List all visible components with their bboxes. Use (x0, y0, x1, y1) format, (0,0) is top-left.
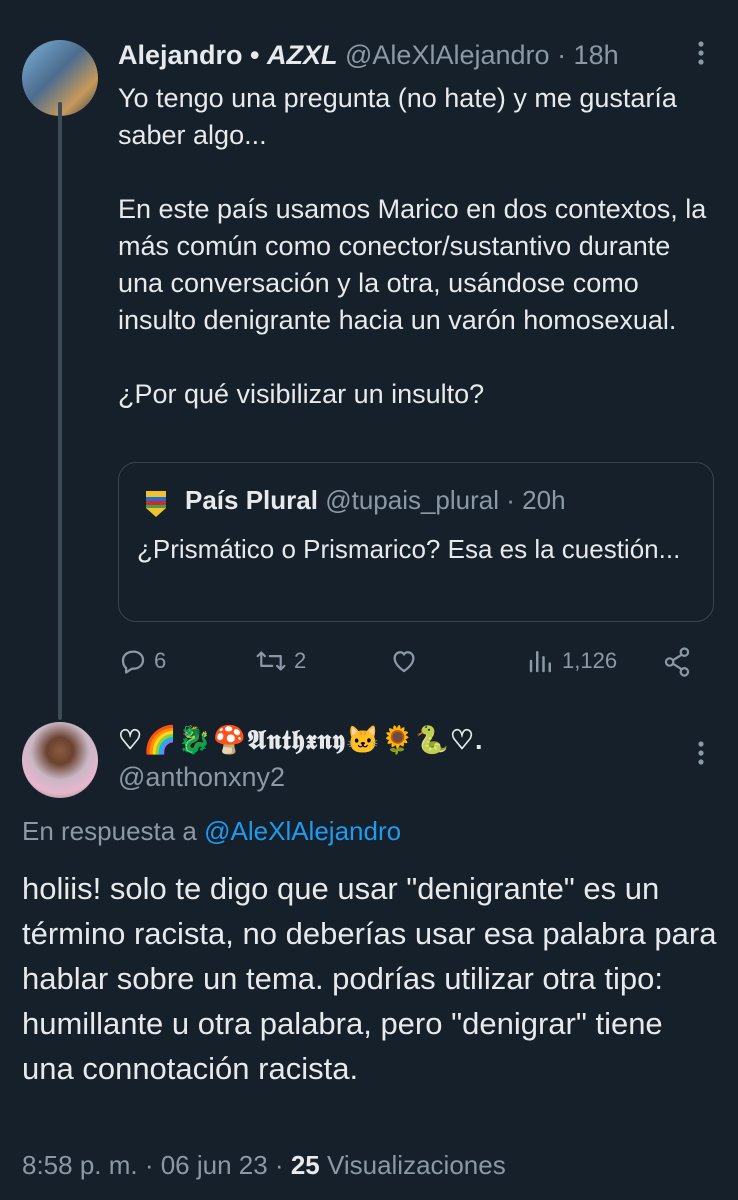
retweet-button[interactable]: 2 (254, 646, 306, 676)
more-options-icon-2[interactable] (686, 736, 716, 770)
quote-header: País Plural @tupais_plural · 20h (185, 485, 566, 516)
like-button[interactable] (388, 646, 420, 676)
thread-line (58, 102, 62, 720)
name-separator: • (242, 40, 267, 70)
tweet1-time[interactable]: · 18h (557, 40, 619, 70)
share-icon (664, 647, 690, 677)
share-button[interactable] (662, 646, 692, 678)
views-icon (529, 651, 551, 673)
reply-prefix: En respuesta a (22, 816, 205, 846)
tweet2-timestamp[interactable]: 8:58 p. m. · 06 jun 23 · (22, 1150, 291, 1180)
reply-handle-link[interactable]: @AleXlAlejandro (204, 816, 401, 846)
views-button[interactable]: 1,126 (526, 646, 617, 676)
tweet1-name[interactable]: Alejandro (118, 40, 243, 70)
tweet2-views-label: Visualizaciones (319, 1150, 506, 1180)
quote-time[interactable]: · 20h (506, 485, 565, 515)
reply-icon (121, 650, 145, 674)
tweet2-text: holiis! solo te digo que usar "denigrant… (22, 871, 726, 1086)
tweet1-text: Yo tengo una pregunta (no hate) y me gus… (118, 83, 707, 409)
tweet1-header: Alejandro • AZXL @AleXlAlejandro · 18h (118, 40, 619, 71)
reply-count: 6 (154, 648, 167, 673)
quote-text: ¿Prismático o Prismarico? Esa es la cues… (137, 534, 681, 564)
heart-icon (393, 651, 415, 673)
tweet1-handle[interactable]: @AleXlAlejandro (345, 40, 550, 70)
reply-context: En respuesta a @AleXlAlejandro (22, 816, 401, 847)
tweet2-handle[interactable]: @anthonxny2 (118, 762, 285, 793)
quote-tweet-card[interactable]: País Plural @tupais_plural · 20h ¿Prismá… (118, 462, 714, 622)
tweet1-affiliation: AZXL (267, 40, 338, 70)
reply-button[interactable]: 6 (118, 646, 166, 676)
tweet2-meta: 8:58 p. m. · 06 jun 23 · 25 Visualizacio… (22, 1150, 506, 1181)
tweet2-views-count: 25 (290, 1150, 320, 1180)
retweet-count: 2 (294, 648, 307, 673)
retweet-icon (256, 651, 286, 671)
quote-handle[interactable]: @tupais_plural (325, 485, 499, 515)
more-options-icon[interactable] (686, 36, 716, 70)
quote-name[interactable]: País Plural (185, 485, 318, 515)
views-count: 1,126 (562, 648, 618, 673)
tweet2-name[interactable]: ♡🌈🐉🍄𝕬𝖓𝖙𝖍𝖝𝖓𝖞🐱🌻🐍♡. (118, 724, 484, 757)
avatar-anthonxny[interactable] (22, 722, 98, 798)
quote-avatar (145, 489, 167, 519)
